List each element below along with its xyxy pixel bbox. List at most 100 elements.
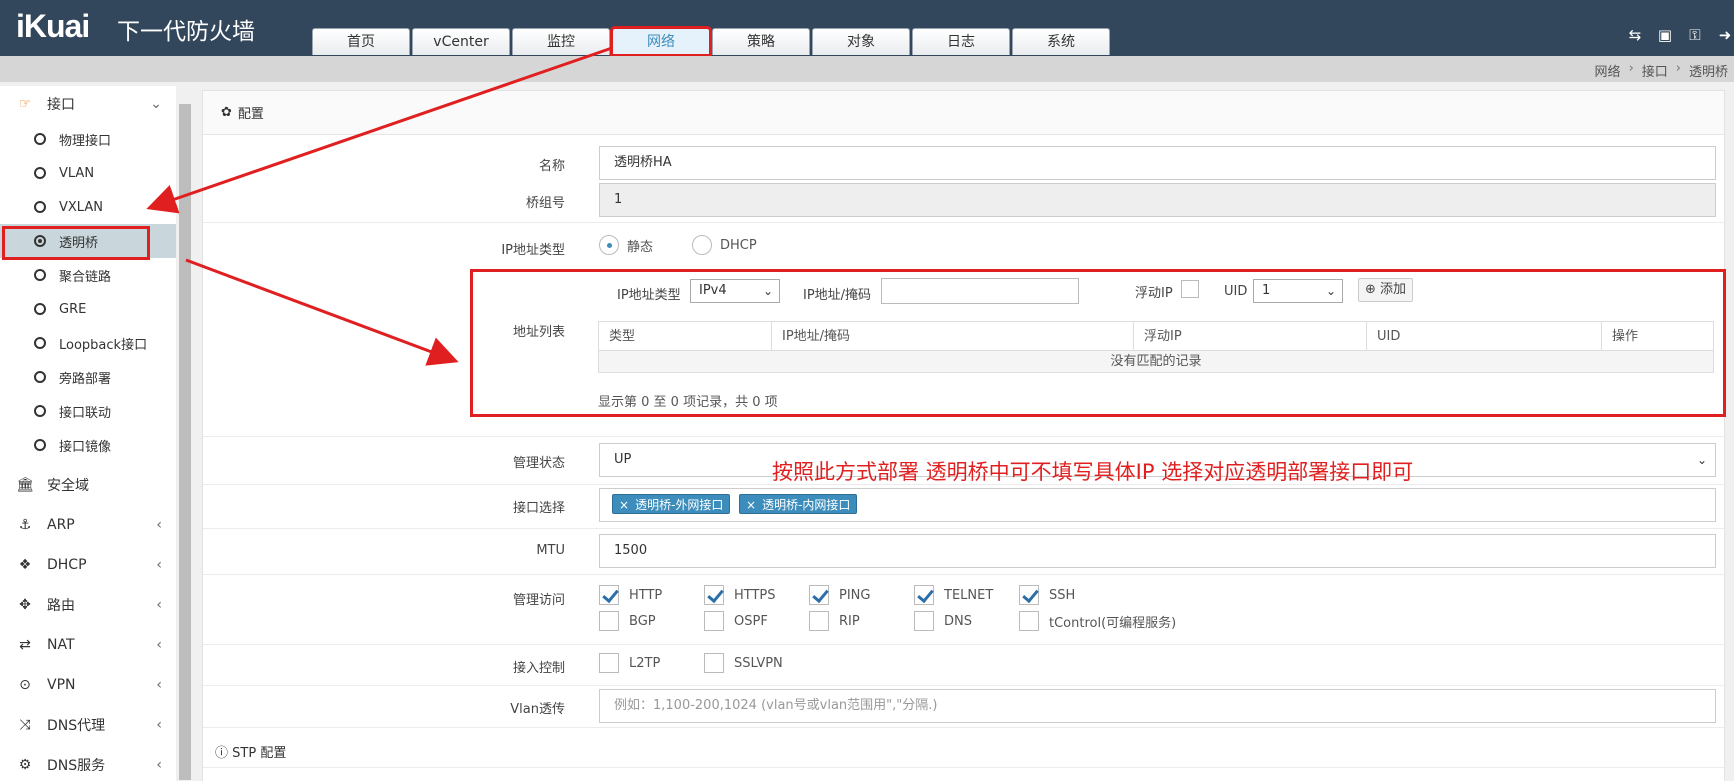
sidebar-group-route[interactable]: ✥ 路由 ‹ bbox=[0, 587, 176, 623]
breadcrumb-interface[interactable]: 接口 bbox=[1642, 61, 1668, 80]
col-type[interactable]: 类型 bbox=[599, 322, 635, 351]
col-ip-mask[interactable]: IP地址/掩码 bbox=[771, 322, 850, 351]
name-input[interactable]: 透明桥HA bbox=[599, 146, 1716, 180]
sidebar-item-vlan[interactable]: VLAN bbox=[0, 156, 176, 190]
chevron-left-icon: ‹ bbox=[156, 637, 162, 653]
divider bbox=[203, 436, 1726, 437]
remove-icon[interactable]: × bbox=[746, 498, 756, 512]
addr-ip-mask-input[interactable] bbox=[881, 278, 1079, 304]
sidebar-group-arp[interactable]: ⚓ ARP ‹ bbox=[0, 507, 176, 543]
dot-circle-icon bbox=[34, 235, 46, 247]
key-icon[interactable]: ⚿ bbox=[1686, 26, 1704, 44]
breadcrumb: 网络 › 接口 › 透明桥 bbox=[1595, 61, 1728, 80]
addr-ip-type-select[interactable]: IPv4 ⌄ bbox=[690, 279, 780, 303]
product-name: 下一代防火墙 bbox=[117, 19, 255, 45]
checkbox-bgp[interactable]: BGP bbox=[599, 611, 656, 631]
checkbox-rip[interactable]: RIP bbox=[809, 611, 860, 631]
gear-icon: ✿ bbox=[221, 105, 232, 120]
sidebar-item-link-linkage[interactable]: 接口联动 bbox=[0, 394, 176, 428]
checkbox-ssh[interactable]: SSH bbox=[1019, 585, 1075, 605]
tab-home[interactable]: 首页 bbox=[312, 28, 410, 55]
tab-policy[interactable]: 策略 bbox=[712, 28, 810, 55]
checkbox-unchecked-icon bbox=[914, 611, 934, 631]
tab-monitor[interactable]: 监控 bbox=[512, 28, 610, 55]
addr-ip-type-label: IP地址类型 bbox=[617, 288, 681, 303]
addr-add-button[interactable]: ⊕ 添加 bbox=[1358, 278, 1414, 302]
chevron-left-icon: ‹ bbox=[156, 677, 162, 693]
radio-unchecked-icon bbox=[692, 235, 712, 255]
sidebar-group-security-zone[interactable]: 🏛 安全域 bbox=[0, 467, 176, 503]
checkbox-label: RIP bbox=[839, 613, 860, 629]
checkbox-tcontrol[interactable]: tControl(可编程服务) bbox=[1019, 611, 1176, 631]
translate-icon[interactable]: ⇆ bbox=[1626, 26, 1644, 44]
checkbox-sslvpn[interactable]: SSLVPN bbox=[704, 653, 783, 673]
checkbox-ospf[interactable]: OSPF bbox=[704, 611, 768, 631]
col-uid[interactable]: UID bbox=[1366, 322, 1400, 351]
radio-label: DHCP bbox=[720, 237, 757, 253]
checkbox-label: HTTP bbox=[629, 587, 663, 603]
save-icon[interactable]: ▣ bbox=[1656, 26, 1674, 44]
checkbox-https[interactable]: HTTPS bbox=[704, 585, 776, 605]
sidebar-item-transparent-bridge[interactable]: 透明桥 bbox=[0, 224, 176, 260]
scrollbar-thumb[interactable] bbox=[179, 104, 191, 780]
sidebar-group-vpn[interactable]: ⊙ VPN ‹ bbox=[0, 667, 176, 703]
chevron-left-icon: ‹ bbox=[156, 757, 162, 773]
sidebar-scrollbar[interactable] bbox=[176, 86, 194, 781]
sidebar-item-mirror[interactable]: 接口镜像 bbox=[0, 428, 176, 462]
sidebar-group-nat[interactable]: ⇄ NAT ‹ bbox=[0, 627, 176, 663]
sidebar-item-gre[interactable]: GRE bbox=[0, 292, 176, 326]
checkbox-l2tp[interactable]: L2TP bbox=[599, 653, 660, 673]
checkbox-http[interactable]: HTTP bbox=[599, 585, 662, 605]
tab-object[interactable]: 对象 bbox=[812, 28, 910, 55]
iface-label: 接口选择 bbox=[512, 501, 565, 516]
ip-type-dhcp-radio[interactable]: DHCP bbox=[692, 235, 757, 255]
divider bbox=[203, 644, 1726, 645]
vlan-input[interactable]: 例如：1,100-200,1024 (vlan号或vlan范围用","分隔.) bbox=[599, 689, 1716, 723]
tab-system[interactable]: 系统 bbox=[1012, 28, 1110, 55]
sidebar-item-label: Loopback接口 bbox=[59, 337, 148, 353]
tab-vcenter[interactable]: vCenter bbox=[412, 28, 510, 55]
iface-multiselect[interactable]: × 透明桥-外网接口 × 透明桥-内网接口 bbox=[599, 488, 1716, 522]
sidebar-group-dns-proxy[interactable]: ⤨ DNS代理 ‹ bbox=[0, 707, 176, 743]
sidebar-group-dns-service[interactable]: ⚙ DNS服务 ‹ bbox=[0, 747, 176, 781]
stp-section-title[interactable]: ⓘ STP 配置 bbox=[215, 742, 286, 761]
chevron-left-icon: ‹ bbox=[156, 717, 162, 733]
iface-tag[interactable]: × 透明桥-内网接口 bbox=[739, 494, 858, 514]
addr-uid-select[interactable]: 1 ⌄ bbox=[1253, 279, 1343, 303]
tab-network[interactable]: 网络 bbox=[610, 26, 712, 57]
ip-type-static-radio[interactable]: 静态 bbox=[599, 235, 653, 255]
breadcrumb-bar: 网络 › 接口 › 透明桥 bbox=[0, 56, 1734, 82]
remove-icon[interactable]: × bbox=[619, 498, 629, 512]
circle-icon bbox=[34, 269, 46, 281]
addr-float-ip-checkbox[interactable] bbox=[1181, 280, 1199, 298]
sidebar-item-bypass[interactable]: 旁路部署 bbox=[0, 360, 176, 394]
cogs-icon: ⚙ bbox=[18, 757, 32, 773]
mtu-input[interactable]: 1500 bbox=[599, 534, 1716, 568]
breadcrumb-current: 透明桥 bbox=[1688, 65, 1728, 80]
checkbox-dns[interactable]: DNS bbox=[914, 611, 972, 631]
checkbox-unchecked-icon bbox=[809, 611, 829, 631]
sidebar-group-dhcp[interactable]: ❖ DHCP ‹ bbox=[0, 547, 176, 583]
logout-icon[interactable]: ➜ bbox=[1716, 26, 1734, 44]
sidebar-item-loopback[interactable]: Loopback接口 bbox=[0, 326, 176, 360]
checkbox-label: OSPF bbox=[734, 613, 768, 629]
add-button-label: 添加 bbox=[1380, 282, 1407, 297]
divider bbox=[203, 727, 1726, 728]
checkbox-telnet[interactable]: TELNET bbox=[914, 585, 993, 605]
addr-ip-mask-label: IP地址/掩码 bbox=[803, 288, 872, 303]
sidebar-item-link-aggregation[interactable]: 聚合链路 bbox=[0, 258, 176, 292]
checkbox-ping[interactable]: PING bbox=[809, 585, 870, 605]
header-tools: ⇆ ▣ ⚿ ➜ bbox=[1626, 26, 1734, 44]
breadcrumb-network[interactable]: 网络 bbox=[1595, 61, 1621, 80]
col-float-ip[interactable]: 浮动IP bbox=[1133, 322, 1182, 351]
checkbox-checked-icon bbox=[704, 585, 724, 605]
tab-log[interactable]: 日志 bbox=[912, 28, 1010, 55]
sidebar-item-physical[interactable]: 物理接口 bbox=[0, 122, 176, 156]
tag-label: 透明桥-内网接口 bbox=[762, 498, 851, 512]
config-panel: ✿ 配置 名称 透明桥HA 桥组号 1 IP地址类型 静态 DHCP 地址列表 … bbox=[202, 90, 1726, 781]
chevron-left-icon: ‹ bbox=[156, 597, 162, 613]
iface-tag[interactable]: × 透明桥-外网接口 bbox=[612, 494, 731, 514]
sidebar-group-interface[interactable]: ☞ 接口 ⌄ bbox=[0, 86, 176, 122]
sidebar-item-label: 聚合链路 bbox=[59, 269, 112, 285]
sidebar-item-vxlan[interactable]: VXLAN bbox=[0, 190, 176, 224]
